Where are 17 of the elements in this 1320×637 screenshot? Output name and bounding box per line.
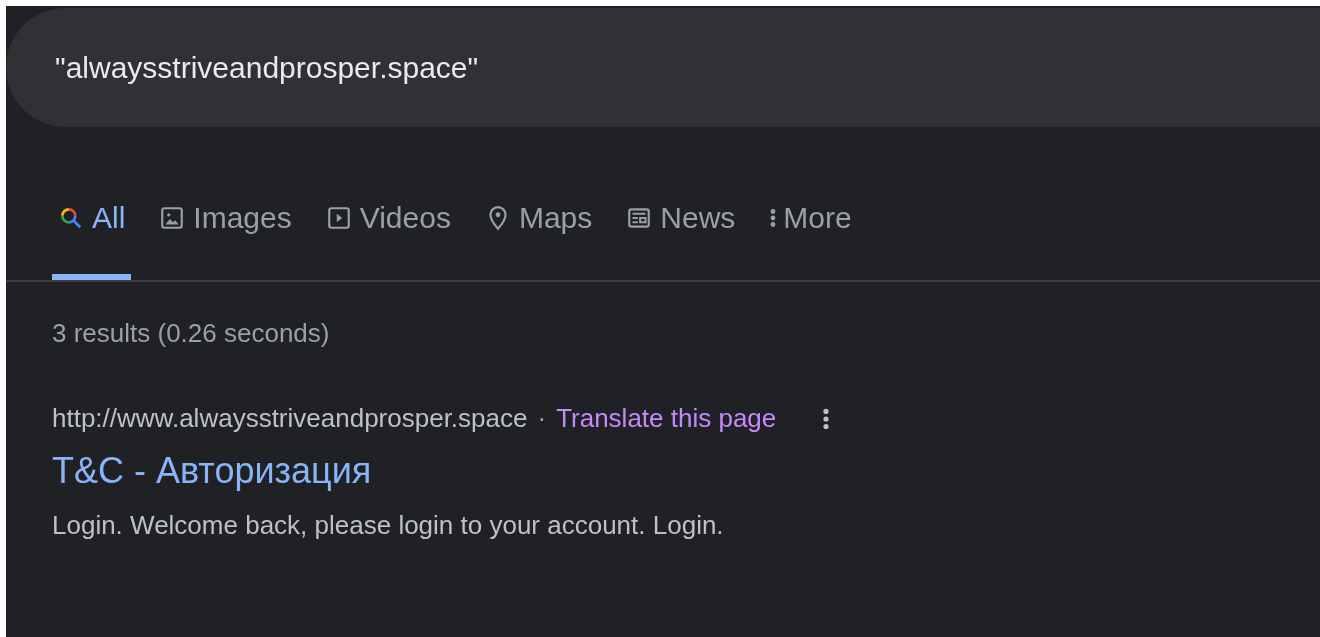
tab[interactable]: All	[52, 201, 132, 280]
play-icon	[325, 205, 352, 231]
tab[interactable]: More	[763, 201, 858, 280]
result-snippet: Login. Welcome back, please login to your account. Login.	[52, 510, 725, 541]
tab[interactable]: Videos	[319, 201, 457, 280]
tab[interactable]: Maps	[478, 201, 599, 280]
search-field[interactable]: "alwaysstriveandprosper.space"	[6, 8, 1320, 127]
newspaper-icon	[626, 205, 653, 231]
search-icon	[58, 205, 84, 231]
result-url: http://www.alwaysstriveandprosper.space	[52, 403, 528, 434]
tab[interactable]: Images	[153, 201, 298, 280]
translate-link[interactable]: Translate this page	[556, 403, 777, 434]
tab[interactable]: News	[620, 201, 742, 280]
separator: ·	[537, 403, 547, 434]
image-icon	[159, 205, 186, 231]
result-stats: 3 results (0.26 seconds)	[52, 318, 331, 349]
result-title-link[interactable]: T&C - Авторизация	[52, 450, 372, 492]
